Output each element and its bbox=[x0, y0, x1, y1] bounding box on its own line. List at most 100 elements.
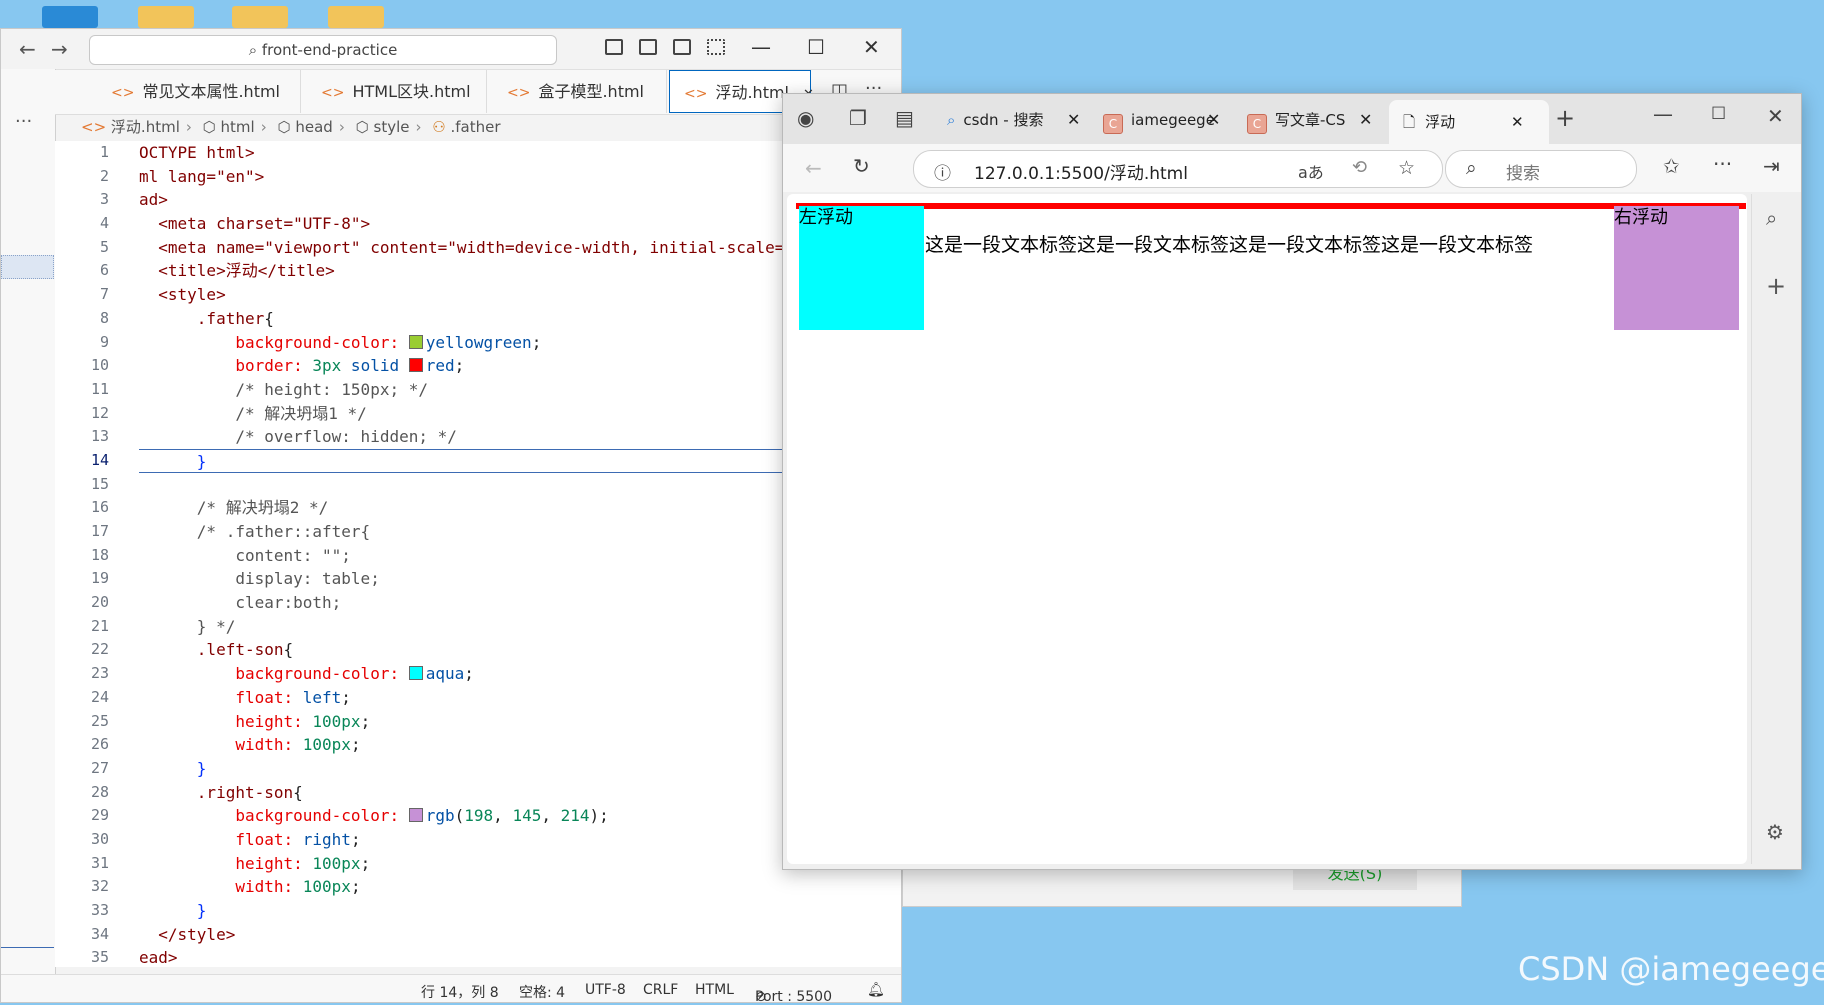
gear-icon[interactable]: ⚙ bbox=[1766, 820, 1784, 844]
line-number: 11 bbox=[90, 379, 109, 398]
selector-icon: ⚇ bbox=[432, 118, 446, 136]
line-number: 17 bbox=[90, 522, 109, 540]
address-bar[interactable]: ⓘ 127.0.0.1:5500/浮动.html aあ ⟲ ☆ bbox=[913, 150, 1443, 188]
toggle-panel-icon[interactable] bbox=[639, 39, 657, 55]
profile-icon[interactable]: ◉ bbox=[797, 106, 814, 130]
breadcrumb-item[interactable]: head bbox=[295, 118, 332, 136]
search-icon[interactable]: ⌕ bbox=[1766, 206, 1777, 230]
refresh-icon[interactable]: ↻ bbox=[853, 154, 870, 178]
code-line: width: 100px; bbox=[139, 877, 361, 897]
csdn-favicon-icon: C bbox=[1247, 114, 1267, 134]
csdn-favicon-icon: C bbox=[1103, 114, 1123, 134]
status-language[interactable]: HTML bbox=[695, 982, 734, 998]
line-number: 28 bbox=[90, 782, 109, 801]
browser-search-box[interactable]: ⌕ 搜索 bbox=[1445, 150, 1637, 188]
notification-bell-icon[interactable]: 🔔︎ bbox=[867, 982, 885, 998]
minimize-icon[interactable]: — bbox=[751, 35, 771, 59]
explorer-divider bbox=[1, 947, 54, 948]
read-aloud-icon[interactable]: aあ bbox=[1298, 159, 1324, 183]
tab-close-icon[interactable]: ✕ bbox=[1511, 100, 1524, 144]
maximize-icon[interactable]: ☐ bbox=[807, 35, 825, 59]
tab-close-icon[interactable]: ✕ bbox=[1067, 110, 1080, 129]
toggle-secondary-sidebar-icon[interactable] bbox=[673, 39, 691, 55]
line-number: 10 bbox=[90, 356, 109, 375]
search-favicon-icon: ⌕ bbox=[947, 111, 956, 129]
line-number: 2 bbox=[99, 166, 109, 185]
browser-sidebar: ⌕ + ⚙ bbox=[1751, 194, 1801, 864]
workspaces-icon[interactable]: ❐ bbox=[849, 106, 867, 130]
breadcrumb-item[interactable]: .father bbox=[451, 118, 501, 136]
back-arrow-icon[interactable]: ← bbox=[805, 156, 822, 180]
vscode-titlebar: ← → ⌕ front-end-practice — ☐ ✕ bbox=[1, 29, 901, 70]
extension-icon[interactable]: ⟲ bbox=[1352, 157, 1367, 178]
tab-close-icon[interactable]: ✕ bbox=[1359, 110, 1372, 129]
favorites-icon[interactable]: ✩ bbox=[1663, 154, 1680, 178]
tab-text-properties[interactable]: <> 常见文本属性.html bbox=[91, 70, 301, 113]
line-number: 34 bbox=[90, 924, 109, 943]
browser-tab-float[interactable]: 🗋 浮动 ✕ bbox=[1389, 100, 1549, 144]
breadcrumb-item[interactable]: html bbox=[221, 118, 255, 136]
line-number: 1 bbox=[99, 143, 109, 161]
element-icon: ⬡ bbox=[202, 118, 216, 136]
desktop-icons bbox=[0, 0, 400, 30]
sidebar-toggle-icon[interactable]: ⇥ bbox=[1763, 154, 1780, 178]
line-number: 35 bbox=[90, 948, 109, 967]
code-editor[interactable]: 1 2 3 4 5 6 7 8 9 10 11 12 13 14 15 16 17 18 19 20 21 22 23 24 2… bbox=[55, 141, 901, 967]
browser-tab-iamegeege[interactable]: Ciamegeege bbox=[1103, 102, 1215, 138]
status-eol[interactable]: CRLF bbox=[643, 982, 678, 998]
desktop-icon-folder[interactable] bbox=[232, 6, 288, 28]
favorite-star-icon[interactable]: ☆ bbox=[1398, 157, 1415, 179]
line-number: 16 bbox=[90, 498, 109, 517]
page-favicon-icon: 🗋 bbox=[1403, 113, 1416, 131]
tab-actions-icon[interactable]: ▤ bbox=[895, 106, 914, 130]
line-number-gutter: 1 2 3 4 5 6 7 8 9 10 11 12 13 14 15 16 17 18 19 20 21 22 23 24 2… bbox=[55, 141, 115, 967]
code-line: </style> bbox=[139, 924, 236, 944]
line-number: 5 bbox=[99, 237, 109, 256]
color-swatch[interactable] bbox=[408, 808, 423, 823]
tab-box-model[interactable]: <> 盒子模型.html bbox=[487, 70, 667, 113]
maximize-icon[interactable]: ☐ bbox=[1711, 104, 1726, 124]
close-icon[interactable]: ✕ bbox=[863, 35, 880, 59]
breadcrumb: <> 浮动.html › ⬡ html › ⬡ head › ⬡ style › ⚇ .… bbox=[81, 118, 501, 136]
tab-html-blocks[interactable]: <> HTML区块.html bbox=[301, 70, 487, 113]
color-swatch[interactable] bbox=[408, 334, 423, 349]
code-line: } bbox=[139, 901, 207, 920]
desktop-icon-folder[interactable] bbox=[138, 6, 194, 28]
explorer-selected-item[interactable] bbox=[1, 255, 54, 279]
line-number: 27 bbox=[90, 758, 109, 777]
customize-layout-icon[interactable] bbox=[707, 39, 725, 55]
line-number: 19 bbox=[90, 569, 109, 588]
father-container bbox=[796, 203, 1746, 209]
back-arrow-icon[interactable]: ← bbox=[19, 37, 36, 61]
code-line: ead> bbox=[139, 948, 178, 967]
forward-arrow-icon[interactable]: → bbox=[51, 37, 68, 61]
command-center-search[interactable]: ⌕ front-end-practice bbox=[89, 35, 557, 65]
info-icon[interactable]: ⓘ bbox=[934, 159, 951, 184]
browser-tab-csdn-search[interactable]: ⌕ csdn - 搜索 bbox=[947, 102, 1075, 138]
minimize-icon[interactable]: — bbox=[1653, 102, 1673, 126]
breadcrumb-item[interactable]: 浮动.html bbox=[111, 118, 180, 136]
status-cursor-position[interactable]: 行 14，列 8 bbox=[421, 982, 499, 1002]
breadcrumb-item[interactable]: style bbox=[374, 118, 410, 136]
add-icon[interactable]: + bbox=[1766, 272, 1786, 300]
desktop-icon-globe[interactable] bbox=[42, 6, 98, 28]
line-number: 31 bbox=[90, 853, 109, 872]
desktop-icon-folder[interactable] bbox=[328, 6, 384, 28]
line-number: 21 bbox=[90, 616, 109, 635]
html-file-icon: <> bbox=[684, 86, 708, 102]
browser-tab-write-article[interactable]: C 写文章-CS bbox=[1247, 102, 1359, 138]
color-swatch[interactable] bbox=[408, 358, 423, 373]
line-number: 15 bbox=[90, 474, 109, 493]
close-icon[interactable]: ✕ bbox=[1767, 104, 1784, 128]
status-encoding[interactable]: UTF-8 bbox=[585, 982, 626, 998]
activity-bar: ··· bbox=[1, 69, 56, 1002]
more-icon[interactable]: ··· bbox=[15, 111, 32, 132]
element-icon: ⬡ bbox=[277, 118, 291, 136]
color-swatch[interactable] bbox=[408, 666, 423, 681]
new-tab-icon[interactable]: + bbox=[1555, 104, 1575, 132]
line-number: 32 bbox=[90, 877, 109, 896]
settings-more-icon[interactable]: ··· bbox=[1713, 152, 1732, 176]
toggle-sidebar-icon[interactable] bbox=[605, 39, 623, 55]
tab-close-icon[interactable]: ✕ bbox=[1207, 110, 1220, 129]
status-indentation[interactable]: 空格: 4 bbox=[519, 982, 565, 1002]
